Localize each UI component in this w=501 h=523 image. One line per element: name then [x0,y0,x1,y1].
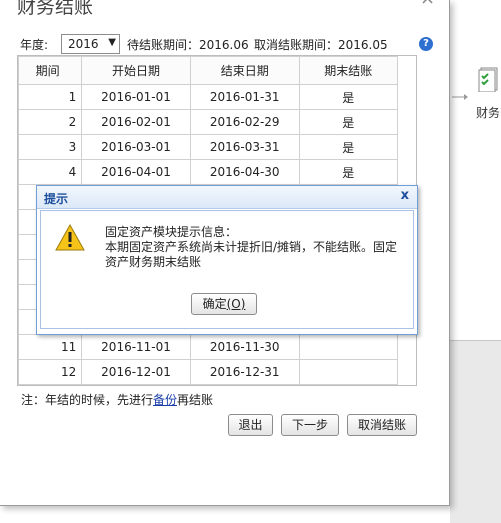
year-select[interactable]: 2016 ▼ [61,34,120,54]
year-select-value: 2016 [68,37,99,51]
cell-closed: 是 [298,159,399,185]
cell-end-date: 2016-04-30 [189,159,300,185]
background-panel [450,340,501,523]
table-row[interactable]: 4 2016-04-01 2016-04-30 是 [18,159,399,185]
cell-start-date: 2016-04-01 [81,159,191,185]
flow-arrow-icon [452,94,468,100]
column-header-closed: 期末结账 [298,56,399,85]
cell-closed [298,334,399,360]
column-header-period: 期间 [18,56,83,85]
table-row[interactable]: 12 2016-12-01 2016-12-31 [18,359,399,385]
alert-header: 提示 x [37,186,417,209]
cell-start-date: 2016-03-01 [81,134,191,160]
cell-closed: 是 [298,109,399,135]
alert-dialog: 提示 x 固定资产模块提示信息： 本期固定资产系统尚未计提折旧/摊销，不能结账。… [36,185,418,335]
close-icon[interactable]: x [401,188,409,203]
cell-start-date: 2016-02-01 [81,109,191,135]
column-header-end-date: 结束日期 [189,56,300,85]
cell-end-date: 2016-02-29 [189,109,300,135]
alert-message-line1: 固定资产模块提示信息： [105,225,238,239]
table-row[interactable]: 11 2016-11-01 2016-11-30 [18,334,399,360]
toolbar: 年度: 2016 ▼ 待结账期间：2016.06 取消结账期间：2016.05 … [20,34,440,54]
cell-period: 4 [18,159,83,185]
cell-end-date: 2016-03-31 [189,134,300,160]
cell-period: 12 [18,359,83,385]
cell-period: 3 [18,134,83,160]
alert-message-line2: 本期固定资产系统尚未计提折旧/摊销，不能结账。固定资产财务期末结账 [105,240,398,269]
footnote: 注：年结的时候，先进行备份再结账 [21,391,213,408]
table-row[interactable]: 2 2016-02-01 2016-02-29 是 [18,109,399,135]
finance-module-icon[interactable] [477,66,499,92]
cell-closed [298,359,399,385]
cancel-closing-button[interactable]: 取消结账 [347,414,417,436]
year-label: 年度: [20,38,49,52]
footnote-prefix: 注：年结的时候，先进行 [21,393,154,407]
cell-start-date: 2016-12-01 [81,359,191,385]
ok-button[interactable]: 确定(O) [191,293,257,315]
cell-closed: 是 [298,134,399,160]
cell-closed: 是 [298,84,399,110]
cell-end-date: 2016-12-31 [189,359,300,385]
cell-start-date: 2016-11-01 [81,334,191,360]
alert-title: 提示 [44,192,69,206]
cell-period: 2 [18,109,83,135]
table-row[interactable]: 1 2016-01-01 2016-01-31 是 [18,84,399,110]
table-header-row: 期间 开始日期 结束日期 期末结账 [18,56,399,85]
cell-period: 1 [18,84,83,110]
cell-start-date: 2016-01-01 [81,84,191,110]
alert-body: 固定资产模块提示信息： 本期固定资产系统尚未计提折旧/摊销，不能结账。固定资产财… [40,210,414,329]
next-step-button[interactable]: 下一步 [281,414,339,436]
backup-link[interactable]: 备份 [153,393,177,407]
dropdown-arrow-icon[interactable]: ▼ [108,37,116,48]
cell-end-date: 2016-11-30 [189,334,300,360]
close-icon[interactable]: × [420,0,435,9]
alert-message: 固定资产模块提示信息： 本期固定资产系统尚未计提折旧/摊销，不能结账。固定资产财… [105,225,405,270]
cell-end-date: 2016-01-31 [189,84,300,110]
dialog-title: 财务结账 [17,0,94,18]
footnote-suffix: 再结账 [177,393,214,407]
cell-period: 11 [18,334,83,360]
exit-button[interactable]: 退出 [228,414,273,436]
finance-module-label[interactable]: 财务 [476,104,500,121]
ok-button-label: 确定 [202,297,227,311]
year-end-closing-dialog: 财务结账 × 年度: 2016 ▼ 待结账期间：2016.06 取消结账期间：2… [0,0,450,506]
table-row[interactable]: 3 2016-03-01 2016-03-31 是 [18,134,399,160]
pending-period-text: 待结账期间：2016.06 [127,38,249,52]
column-header-start-date: 开始日期 [81,56,191,85]
cancel-period-text: 取消结账期间：2016.05 [254,38,388,52]
ok-button-hotkey: (O) [226,297,246,311]
warning-icon [55,224,85,251]
help-icon[interactable]: ? [419,37,433,51]
